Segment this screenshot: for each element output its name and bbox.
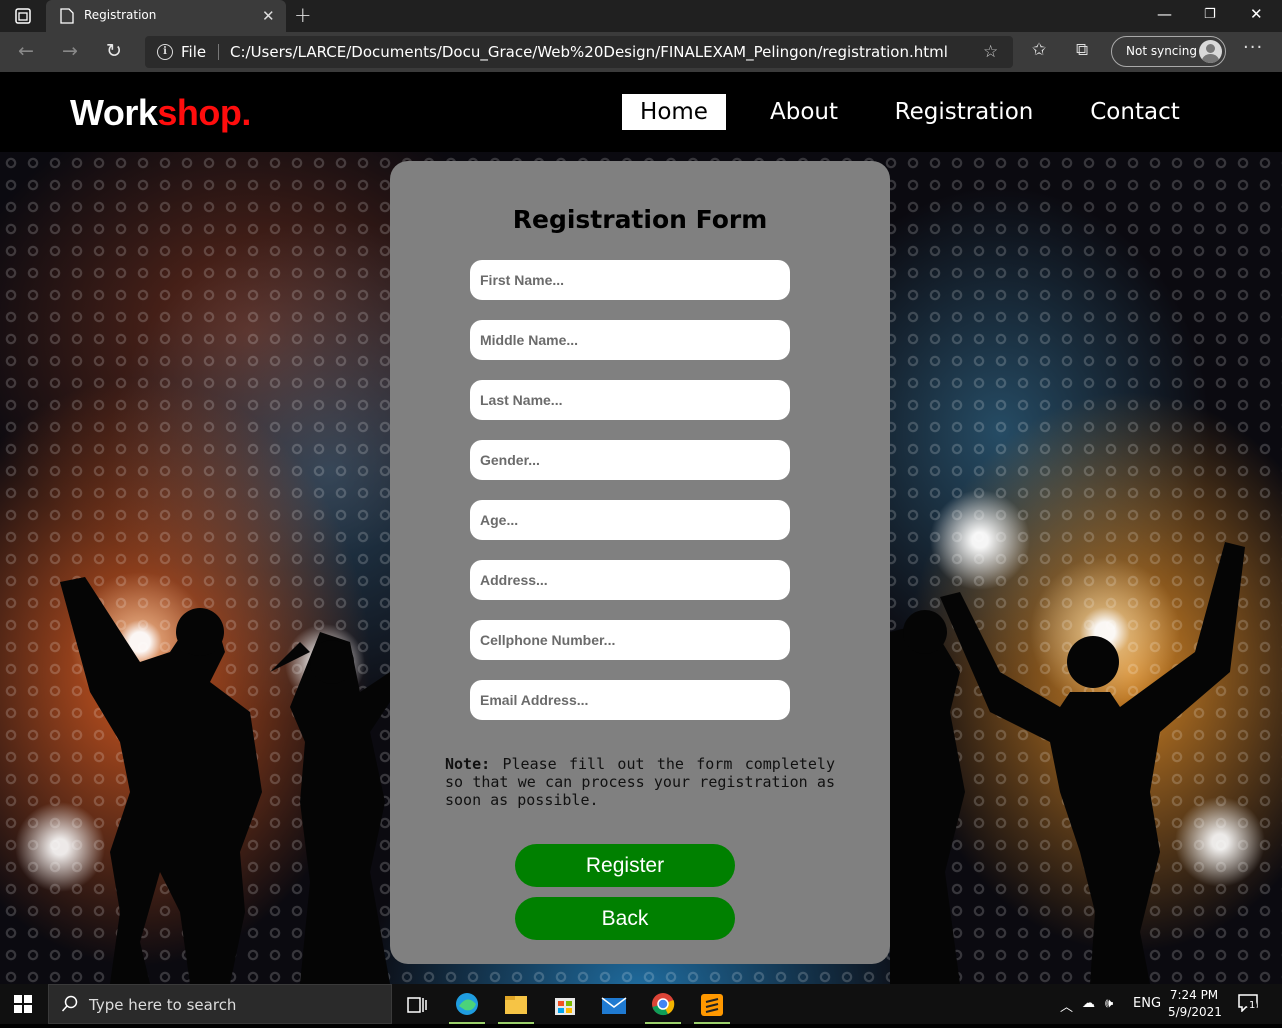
file-explorer-icon[interactable] (496, 988, 536, 1024)
site-logo[interactable]: Workshop. (70, 92, 251, 134)
nav-registration[interactable]: Registration (888, 94, 1040, 130)
page-icon (60, 8, 74, 24)
back-arrow-icon[interactable]: ← (18, 40, 34, 62)
note-label: Note: (445, 755, 491, 773)
form-note: Note: Please fill out the form completel… (445, 755, 835, 809)
clock-time: 7:24 PM (1169, 988, 1219, 1002)
volume-icon[interactable]: 🕪 (1105, 996, 1113, 1011)
tab-title: Registration (84, 8, 157, 22)
form-title: Registration Form (512, 205, 768, 234)
search-icon (61, 995, 78, 1012)
language-indicator[interactable]: ENG (1133, 996, 1161, 1011)
sync-label: Not syncing (1126, 44, 1197, 58)
refresh-icon[interactable]: ↻ (106, 40, 122, 62)
system-clock[interactable]: 7:24 PM 5/9/2021 (1168, 987, 1222, 1021)
new-tab-icon[interactable]: + (294, 3, 312, 27)
url-text[interactable]: C:/Users/LARCE/Documents/Docu_Grace/Web%… (230, 43, 948, 61)
cellphone-field[interactable] (470, 620, 790, 660)
restore-icon[interactable]: ❐ (1204, 7, 1216, 22)
windows-taskbar: Type here to search ︿ ☁ 🕪 ENG 7:24 PM 5/… (0, 984, 1282, 1024)
nav-contact[interactable]: Contact (1078, 94, 1192, 130)
registration-form-card: Registration Form Note: Please fill out … (390, 161, 890, 964)
info-icon[interactable]: i (157, 44, 173, 60)
register-button[interactable]: Register (515, 844, 735, 887)
avatar (1199, 40, 1222, 63)
close-window-icon[interactable]: ✕ (1250, 5, 1263, 23)
browser-tab-bar: Registration ✕ + — ❐ ✕ (0, 0, 1282, 32)
more-options-icon[interactable]: ··· (1243, 37, 1263, 58)
email-field[interactable] (470, 680, 790, 720)
logo-accent-text: shop. (157, 92, 251, 133)
windows-start-icon[interactable] (14, 995, 32, 1013)
tab-actions-icon[interactable] (14, 7, 32, 25)
address-separator (218, 44, 219, 60)
minimize-icon[interactable]: — (1157, 5, 1172, 23)
onedrive-cloud-icon[interactable]: ☁ (1082, 996, 1095, 1011)
show-hidden-icons[interactable]: ︿ (1060, 996, 1073, 1015)
nav-home[interactable]: Home (622, 94, 726, 130)
close-tab-icon[interactable]: ✕ (262, 7, 275, 25)
forward-arrow-icon[interactable]: → (62, 40, 78, 62)
logo-main-text: Work (70, 92, 158, 133)
page-viewport: Workshop. Home About Registration Contac… (0, 72, 1282, 984)
browser-toolbar: ← → ↻ i File C:/Users/LARCE/Documents/Do… (0, 32, 1282, 72)
last-name-field[interactable] (470, 380, 790, 420)
middle-name-field[interactable] (470, 320, 790, 360)
task-view-icon[interactable] (397, 988, 437, 1024)
notification-center-icon[interactable]: 1 (1238, 994, 1258, 1013)
back-button[interactable]: Back (515, 897, 735, 940)
edge-browser-icon[interactable] (447, 988, 487, 1024)
add-favorite-icon[interactable]: ☆ (983, 42, 998, 62)
store-icon[interactable] (545, 988, 585, 1024)
age-field[interactable] (470, 500, 790, 540)
profile-sync-button[interactable]: Not syncing (1111, 36, 1226, 67)
browser-tab[interactable]: Registration ✕ (46, 0, 286, 32)
taskbar-search-input[interactable]: Type here to search (48, 984, 392, 1024)
nav-about[interactable]: About (756, 94, 852, 130)
clock-date: 5/9/2021 (1168, 1005, 1222, 1019)
collections-icon[interactable]: ⧉ (1076, 40, 1088, 60)
favorites-icon[interactable]: ✩ (1032, 40, 1046, 60)
mail-icon[interactable] (594, 988, 634, 1024)
first-name-field[interactable] (470, 260, 790, 300)
chrome-icon[interactable] (643, 988, 683, 1024)
protocol-label: File (181, 43, 207, 61)
address-field[interactable] (470, 560, 790, 600)
address-bar[interactable]: i File C:/Users/LARCE/Documents/Docu_Gra… (145, 36, 1013, 68)
note-text: Please fill out the form completely so t… (445, 755, 835, 809)
gender-field[interactable] (470, 440, 790, 480)
search-placeholder: Type here to search (89, 996, 237, 1014)
sublime-text-icon[interactable] (692, 988, 732, 1024)
